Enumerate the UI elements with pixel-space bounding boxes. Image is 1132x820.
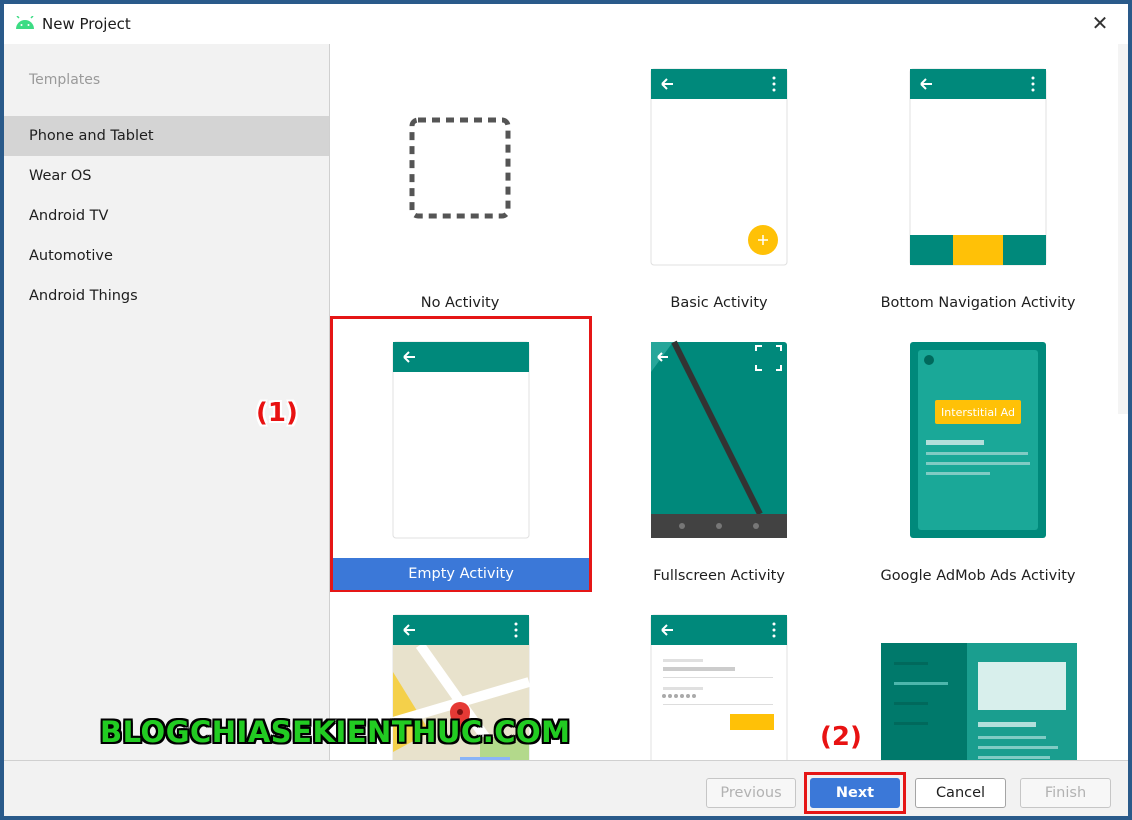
template-label: Fullscreen Activity — [653, 568, 785, 584]
template-label: Google AdMob Ads Activity — [880, 568, 1076, 584]
template-label: Bottom Navigation Activity — [880, 295, 1076, 311]
interstitial-ad-label: Interstitial Ad — [941, 406, 1015, 419]
android-logo-icon — [16, 16, 34, 29]
template-label: Basic Activity — [670, 295, 768, 311]
bottom-navigation-preview-icon — [909, 68, 1047, 266]
window-title: New Project — [42, 15, 131, 33]
selected-template-bar: Empty Activity — [333, 558, 589, 590]
sidebar-item-android-tv[interactable]: Android TV — [4, 196, 329, 236]
finish-button[interactable]: Finish — [1020, 778, 1111, 808]
empty-activity-preview-icon — [392, 341, 530, 539]
close-icon[interactable]: ✕ — [1088, 12, 1112, 36]
watermark-text: BLOGCHIASEKIENTHUC.COM — [100, 715, 571, 749]
annotation-step-2: (2) — [820, 722, 862, 752]
vertical-scrollbar[interactable] — [1118, 44, 1128, 414]
dialog-footer: Previous Next Cancel Finish — [4, 760, 1128, 816]
basic-activity-preview-icon — [650, 68, 788, 266]
annotation-step-1: (1) — [256, 398, 298, 428]
previous-button[interactable]: Previous — [706, 778, 796, 808]
sidebar-item-android-things[interactable]: Android Things — [4, 276, 329, 316]
template-grid: No Activity Basic Activity Bottom Naviga… — [330, 44, 1128, 760]
template-label: Empty Activity — [408, 566, 514, 582]
sidebar-item-automotive[interactable]: Automotive — [4, 236, 329, 276]
master-detail-preview-icon — [881, 643, 1077, 760]
login-activity-preview-icon — [650, 614, 788, 760]
admob-activity-preview-icon: Interstitial Ad — [910, 342, 1046, 538]
next-button[interactable]: Next — [810, 778, 900, 808]
cancel-button[interactable]: Cancel — [915, 778, 1006, 808]
template-label: No Activity — [420, 295, 500, 311]
sidebar-item-phone-and-tablet[interactable]: Phone and Tablet — [4, 116, 329, 156]
sidebar-item-wear-os[interactable]: Wear OS — [4, 156, 329, 196]
fullscreen-activity-preview-icon — [651, 340, 787, 538]
templates-heading: Templates — [29, 72, 101, 88]
new-project-dialog: New Project ✕ Templates Phone and Tablet… — [4, 4, 1128, 816]
title-bar: New Project ✕ — [4, 4, 1128, 44]
no-activity-placeholder-icon — [409, 117, 511, 219]
